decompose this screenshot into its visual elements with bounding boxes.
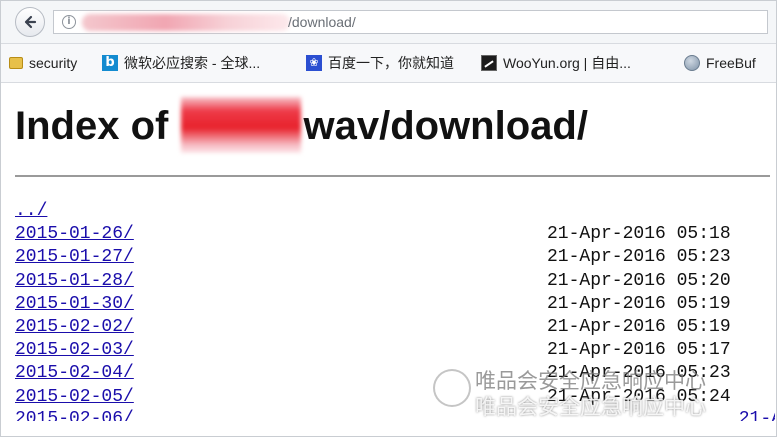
list-item: 2015-01-30/ 21-Apr-2016 05:19: [15, 294, 755, 317]
bookmark-label: 微软必应搜索 - 全球...: [124, 55, 261, 71]
horizontal-rule: [15, 175, 770, 177]
entry-date: 21-Apr-2016 05:23: [547, 247, 731, 268]
title-prefix: Index of: [15, 104, 169, 148]
bookmarks-bar: security b 微软必应搜索 - 全球... ❀ 百度一下，你就知道 Wo…: [1, 44, 776, 83]
page-title: Index of wav/download/: [15, 97, 588, 153]
back-button[interactable]: [15, 7, 45, 37]
bookmark-label: WooYun.org | 自由...: [503, 55, 631, 71]
globe-icon: [684, 55, 700, 71]
list-item: 2015-01-26/ 21-Apr-2016 05:18: [15, 224, 755, 247]
entry-date: 21-Apr-2016 05:19: [547, 293, 731, 314]
back-arrow-icon: [24, 15, 37, 29]
baidu-paw-icon: ❀: [306, 55, 322, 71]
entry-link[interactable]: 2015-02-04/: [15, 363, 134, 383]
url-input[interactable]: i /download/: [53, 10, 768, 34]
bookmark-label: security: [29, 55, 78, 71]
entry-link[interactable]: 2015-02-05/: [15, 387, 134, 407]
entry-date: 21-Apr-2016 05:20: [547, 270, 731, 291]
entry-date: 21-Apr-2016 05:19: [547, 316, 731, 337]
entry-link[interactable]: 2015-02-03/: [15, 340, 134, 360]
list-item: 2015-02-04/ 21-Apr-2016 05:23: [15, 363, 755, 386]
bookmark-bing[interactable]: b 微软必应搜索 - 全球...: [102, 52, 260, 74]
entry-link[interactable]: ../: [15, 201, 47, 221]
url-text: /download/: [288, 14, 356, 30]
title-redaction: [181, 97, 302, 153]
entry-link[interactable]: 2015-02-02/: [15, 317, 134, 337]
bookmark-freebuf[interactable]: FreeBuf: [684, 52, 756, 74]
bookmark-label: FreeBuf: [706, 55, 756, 71]
entry-link[interactable]: 2015-01-26/: [15, 224, 134, 244]
clipped-list-item: 2015-02-06/ 21-Apr-2016 05:24: [15, 409, 775, 421]
list-item: 2015-01-27/ 21-Apr-2016 05:23: [15, 247, 755, 270]
entry-link[interactable]: 2015-01-28/: [15, 271, 134, 291]
url-redaction: [82, 14, 290, 31]
list-item: 2015-02-05/ 21-Apr-2016 05:24: [15, 387, 755, 410]
entry-date: 21-Apr-2016 05:23: [547, 363, 731, 384]
browser-window: i /download/ security b 微软必应搜索 - 全球... ❀…: [0, 0, 777, 437]
wooyun-icon: [481, 55, 497, 71]
page-content: Index of wav/download/ ../ 2015-01-26/ 2…: [1, 83, 776, 436]
title-suffix: wav/download/: [303, 104, 588, 148]
entry-date: 21-Apr-2016 05:17: [547, 340, 731, 361]
list-item: ../: [15, 201, 755, 224]
address-bar-row: i /download/: [1, 1, 776, 44]
directory-listing: ../ 2015-01-26/ 21-Apr-2016 05:18 2015-0…: [15, 201, 755, 410]
bookmark-security[interactable]: security: [9, 52, 77, 74]
bookmark-wooyun[interactable]: WooYun.org | 自由...: [481, 52, 631, 74]
entry-link[interactable]: 2015-01-30/: [15, 294, 134, 314]
entry-date: 21-Apr-2016 05:24: [547, 386, 731, 407]
entry-date: 21-Apr-2016 05:18: [547, 224, 731, 245]
list-item: 2015-02-02/ 21-Apr-2016 05:19: [15, 317, 755, 340]
entry-link[interactable]: 2015-01-27/: [15, 247, 134, 267]
bookmark-baidu[interactable]: ❀ 百度一下，你就知道: [306, 52, 454, 74]
bookmark-label: 百度一下，你就知道: [328, 55, 454, 71]
bing-icon: b: [102, 55, 118, 71]
list-item: 2015-02-03/ 21-Apr-2016 05:17: [15, 340, 755, 363]
list-item: 2015-01-28/ 21-Apr-2016 05:20: [15, 271, 755, 294]
site-info-icon[interactable]: i: [62, 15, 76, 29]
folder-icon: [9, 57, 23, 69]
